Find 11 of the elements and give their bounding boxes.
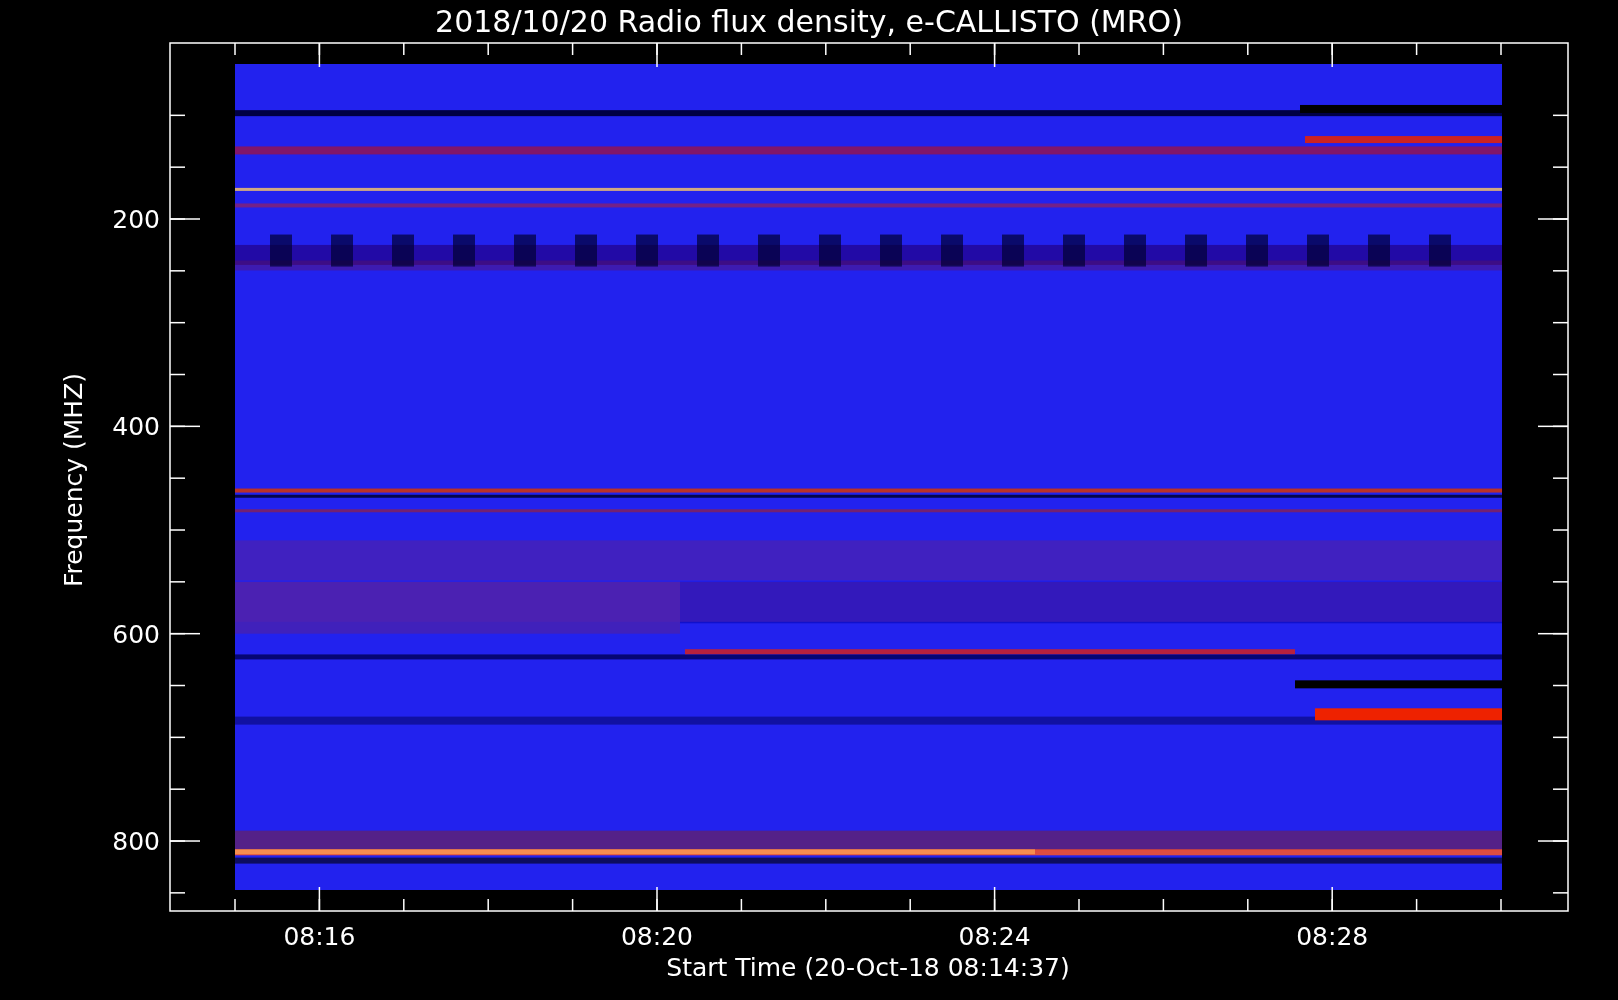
x-tick-label: 08:16 (283, 922, 356, 951)
y-tick-label: 600 (112, 619, 160, 649)
y-tick-label: 400 (112, 412, 160, 442)
chart-title: 2018/10/20 Radio flux density, e-CALLISTO (MRO) (435, 4, 1183, 39)
x-tick-label: 08:24 (958, 922, 1031, 951)
y-axis-title: Frequency (MHZ) (59, 372, 88, 588)
y-tick-label: 200 (112, 205, 160, 234)
y-tick-label: 800 (112, 827, 160, 856)
x-axis-title: Start Time (20-Oct-18 08:14:37) (666, 953, 1070, 982)
x-tick-label: 08:20 (621, 922, 693, 951)
x-tick-label: 08:28 (1296, 922, 1369, 951)
